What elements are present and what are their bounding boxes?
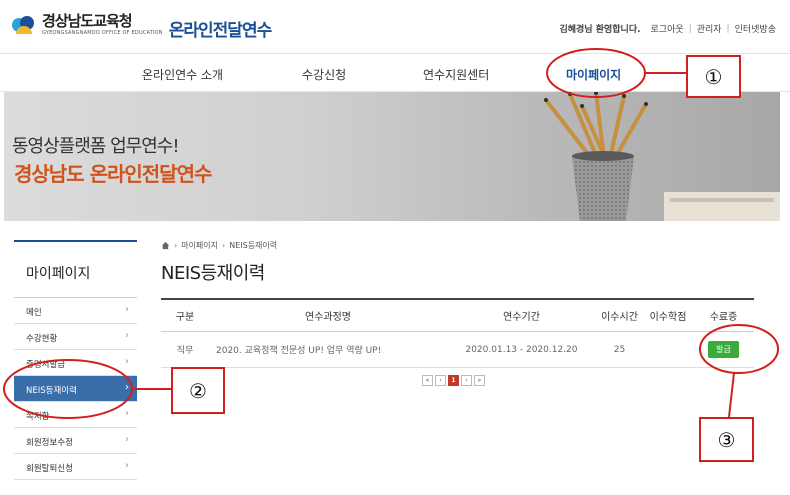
divider: |	[726, 23, 730, 34]
cell-certificate: 발급	[693, 341, 754, 358]
page-title: NEIS등재이력	[161, 263, 265, 284]
nav-online-training-intro[interactable]: 온라인연수 소개	[142, 66, 223, 83]
logout-link[interactable]: 로그아웃	[651, 22, 684, 35]
first-page-button[interactable]: «	[422, 375, 433, 386]
annotation-connector	[728, 372, 735, 418]
sidebar-item-label: 수강현황	[26, 334, 58, 344]
banner-headline: 동영상플랫폼 업무연수!	[12, 136, 180, 157]
utility-menu: 김혜경님 환영합니다. 로그아웃 | 관리자 | 인터넷방송	[559, 22, 776, 36]
nav-mypage[interactable]: 마이페이지	[566, 66, 621, 83]
sidebar-item-label: 회원탈퇴신청	[26, 464, 73, 474]
col-period: 연수기간	[503, 312, 540, 323]
annotation-label-2: ②	[171, 367, 225, 414]
logo-subtitle: 온라인전달연수	[168, 21, 272, 41]
sidebar-item-edit-profile[interactable]: 회원정보수정 ›	[14, 428, 137, 454]
chevron-right-icon: ›	[125, 330, 129, 341]
table-header: 구분 연수과정명 연수기간 이수시간 이수학점 수료증	[161, 300, 754, 332]
last-page-button[interactable]: »	[474, 375, 485, 386]
sidebar-item-withdraw[interactable]: 회원탈퇴신청 ›	[14, 454, 137, 480]
sidebar-item-main[interactable]: 메인 ›	[14, 298, 137, 324]
cell-period: 2020.01.13 - 2020.12.20	[465, 344, 578, 355]
chevron-right-icon: ›	[125, 382, 129, 393]
divider: |	[688, 23, 692, 34]
sidebar-item-label: 쪽지함	[26, 412, 50, 422]
prev-page-button[interactable]: ‹	[435, 375, 446, 386]
pencil-cup-illustration	[544, 92, 780, 221]
table-row: 직무 2020. 교육정책 전문성 UP! 업무 역량 UP! 2020.01.…	[161, 332, 754, 368]
pagination: « ‹ 1 › »	[422, 375, 487, 386]
col-hours: 이수시간	[601, 312, 638, 323]
welcome-text: 김혜경님 환영합니다.	[559, 25, 641, 35]
col-certificate: 수료증	[709, 312, 738, 323]
next-page-button[interactable]: ›	[461, 375, 472, 386]
office-emblem-icon	[12, 14, 38, 40]
mypage-sidebar: 마이페이지 메인 › 수강현황 › 증명서발급 › NEIS등재이력 › 쪽지함…	[14, 240, 137, 480]
chevron-right-icon: ›	[125, 408, 129, 419]
annotation-label-3: ③	[699, 417, 754, 462]
cell-hours: 25	[613, 344, 626, 355]
banner-title: 경상남도 온라인전달연수	[14, 162, 212, 186]
issue-certificate-button[interactable]: 발급	[708, 341, 739, 358]
breadcrumb: › 마이페이지 › NEIS등재이력	[161, 240, 277, 251]
site-logo[interactable]: 경상남도교육청 GYEONGSANGNAMDO OFFICE OF EDUCAT…	[12, 12, 272, 41]
cell-type: 직무	[176, 346, 194, 356]
breadcrumb-separator: ›	[222, 241, 226, 250]
sidebar-item-label: NEIS등재이력	[26, 386, 77, 396]
nav-course-registration[interactable]: 수강신청	[302, 66, 346, 83]
col-credit: 이수학점	[649, 312, 687, 323]
col-course-name: 연수과정명	[305, 312, 351, 323]
sidebar-item-certificate[interactable]: 증명서발급 ›	[14, 350, 137, 376]
admin-link[interactable]: 관리자	[697, 22, 722, 35]
sidebar-item-course-status[interactable]: 수강현황 ›	[14, 324, 137, 350]
neis-history-table: 구분 연수과정명 연수기간 이수시간 이수학점 수료증 직무 2020. 교육정…	[161, 298, 754, 368]
breadcrumb-separator: ›	[174, 241, 178, 250]
sidebar-item-messages[interactable]: 쪽지함 ›	[14, 402, 137, 428]
breadcrumb-mypage[interactable]: 마이페이지	[181, 240, 218, 251]
page-1-button[interactable]: 1	[448, 375, 459, 386]
chevron-right-icon: ›	[125, 356, 129, 367]
home-icon[interactable]	[161, 241, 170, 250]
sidebar-item-neis-history[interactable]: NEIS등재이력 ›	[14, 376, 137, 402]
breadcrumb-current: NEIS등재이력	[229, 241, 278, 250]
annotation-label-1: ①	[686, 55, 741, 98]
site-header: 경상남도교육청 GYEONGSANGNAMDO OFFICE OF EDUCAT…	[0, 0, 790, 54]
sidebar-item-label: 증명서발급	[26, 360, 66, 370]
col-type: 구분	[175, 312, 195, 323]
internet-broadcast-link[interactable]: 인터넷방송	[735, 22, 776, 35]
cell-course-name: 2020. 교육정책 전문성 UP! 업무 역량 UP!	[216, 346, 382, 356]
hero-banner: 동영상플랫폼 업무연수! 경상남도 온라인전달연수	[4, 92, 780, 221]
logo-title: 경상남도교육청	[42, 12, 133, 30]
logo-english: GYEONGSANGNAMDO OFFICE OF EDUCATION	[42, 30, 163, 36]
chevron-right-icon: ›	[125, 460, 129, 471]
sidebar-title: 마이페이지	[14, 240, 137, 298]
sidebar-item-label: 메인	[26, 308, 42, 318]
chevron-right-icon: ›	[125, 304, 129, 315]
chevron-right-icon: ›	[125, 434, 129, 445]
sidebar-item-label: 회원정보수정	[26, 438, 73, 448]
nav-training-support-center[interactable]: 연수지원센터	[423, 66, 489, 83]
main-navigation: 온라인연수 소개 수강신청 연수지원센터 마이페이지	[0, 55, 790, 92]
